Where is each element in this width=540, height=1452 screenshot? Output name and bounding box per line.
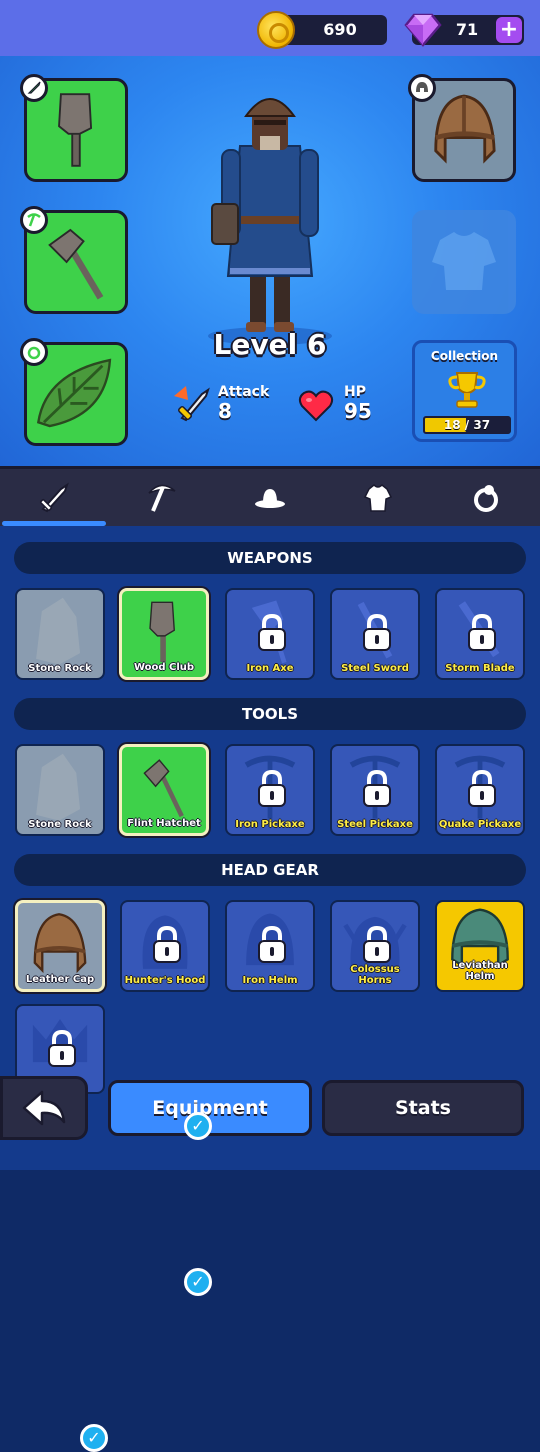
attack-value: 8 (218, 399, 232, 423)
ring-icon (474, 484, 498, 512)
item-name: Iron Pickaxe (235, 819, 305, 830)
lock-icon (363, 926, 391, 963)
add-gems-button[interactable]: + (496, 17, 522, 43)
lock-icon (363, 770, 391, 807)
pickaxe-icon (148, 484, 176, 512)
lock-icon (258, 770, 286, 807)
tab-armor[interactable] (324, 469, 432, 526)
item-iron-helm[interactable]: Iron Helm (225, 900, 315, 992)
tab-hats[interactable] (216, 469, 324, 526)
tab-tools[interactable] (108, 469, 216, 526)
item-steel-sword[interactable]: Steel Sword (330, 588, 420, 680)
hero-character (208, 98, 332, 345)
category-tabs (0, 466, 540, 526)
hp-value: 95 (344, 399, 372, 423)
lock-icon (468, 770, 496, 807)
item-name: Stone Rock (28, 819, 92, 830)
sword-burst-icon (174, 386, 210, 422)
hp-stat: HP 95 (298, 384, 372, 428)
item-iron-pickaxe[interactable]: Iron Pickaxe (225, 744, 315, 836)
lock-icon (468, 614, 496, 651)
section-weapons-header: WEAPONS (14, 542, 526, 574)
sword-icon (20, 74, 48, 102)
hero-panel: Level 6 Attack 8 HP 95 Collection 18 / 3… (0, 56, 540, 466)
lock-icon (258, 614, 286, 651)
equipped-check-icon: ✓ (184, 1268, 212, 1296)
equip-slot-body[interactable] (412, 210, 516, 314)
armor-icon (432, 232, 496, 290)
coin-amount: 690 (323, 20, 357, 39)
hero-level: Level 6 (213, 328, 327, 361)
item-iron-axe[interactable]: Iron Axe (225, 588, 315, 680)
sword-icon (40, 482, 69, 512)
item-name: Colossus Horns (350, 964, 400, 986)
item-name: Iron Helm (242, 975, 298, 986)
hp-label: HP (344, 384, 366, 400)
item-flint-hatchet[interactable]: Flint Hatchet (119, 744, 209, 836)
equipped-check-icon: ✓ (184, 1112, 212, 1140)
collection-button[interactable]: Collection 18 / 37 (412, 340, 517, 442)
collection-progress-bar: 18 / 37 (423, 416, 511, 434)
item-stone-rock-tool[interactable]: Stone Rock (15, 744, 105, 836)
item-name: Wood Club (133, 662, 195, 673)
attack-label: Attack (218, 384, 270, 400)
item-steel-pickaxe[interactable]: Steel Pickaxe (330, 744, 420, 836)
item-name: Leather Cap (25, 974, 95, 985)
gem-amount: 71 (455, 20, 479, 39)
item-name: Steel Sword (341, 663, 409, 674)
section-tools-header: TOOLS (14, 698, 526, 730)
lock-icon (153, 926, 181, 963)
lock-icon (363, 614, 391, 651)
ring-icon (20, 338, 48, 366)
item-name: Leviathan Helm (452, 960, 508, 982)
item-name: Quake Pickaxe (438, 819, 522, 830)
back-arrow-icon (22, 1090, 66, 1126)
item-storm-blade[interactable]: Storm Blade (435, 588, 525, 680)
item-name: Iron Axe (246, 663, 294, 674)
item-colossus-horns[interactable]: Colossus Horns (330, 900, 420, 992)
item-name: Stone Rock (28, 663, 92, 674)
top-bar: 690 71 + (0, 0, 540, 56)
tab-weapons[interactable] (0, 469, 108, 526)
collection-label: Collection (430, 349, 499, 363)
item-hunters-hood[interactable]: Hunter's Hood (120, 900, 210, 992)
section-head-gear-header: HEAD GEAR (14, 854, 526, 886)
tab-accessories[interactable] (432, 469, 540, 526)
attack-stat: Attack 8 (172, 384, 269, 428)
hat-icon (255, 488, 285, 508)
collection-progress-text: 18 / 37 (443, 418, 491, 432)
equipped-check-icon: ✓ (80, 1424, 108, 1452)
gem-icon (404, 13, 442, 47)
item-name: Storm Blade (445, 663, 515, 674)
item-quake-pickaxe[interactable]: Quake Pickaxe (435, 744, 525, 836)
armor-icon (363, 483, 393, 512)
coin-icon (257, 11, 295, 49)
item-name: Hunter's Hood (124, 975, 206, 986)
trophy-icon (448, 372, 486, 408)
stats-tab[interactable]: Stats (322, 1080, 524, 1136)
inventory-list: WEAPONS Stone Rock Wood Club ✓ Iron Axe … (0, 526, 540, 1452)
heart-icon (298, 390, 334, 422)
item-stone-rock-weapon[interactable]: Stone Rock (15, 588, 105, 680)
helmet-icon (408, 74, 436, 102)
item-wood-club[interactable]: Wood Club (119, 588, 209, 680)
item-leather-cap[interactable]: Leather Cap (15, 900, 105, 992)
item-leviathan-helm[interactable]: Leviathan Helm (435, 900, 525, 992)
gem-counter[interactable]: 71 + (404, 13, 524, 47)
item-name: Flint Hatchet (127, 818, 201, 829)
lock-icon (258, 926, 286, 963)
pickaxe-icon (20, 206, 48, 234)
coin-counter[interactable]: 690 (257, 11, 387, 49)
lock-icon (48, 1030, 76, 1067)
item-name: Steel Pickaxe (337, 819, 413, 830)
back-button[interactable] (0, 1076, 88, 1140)
